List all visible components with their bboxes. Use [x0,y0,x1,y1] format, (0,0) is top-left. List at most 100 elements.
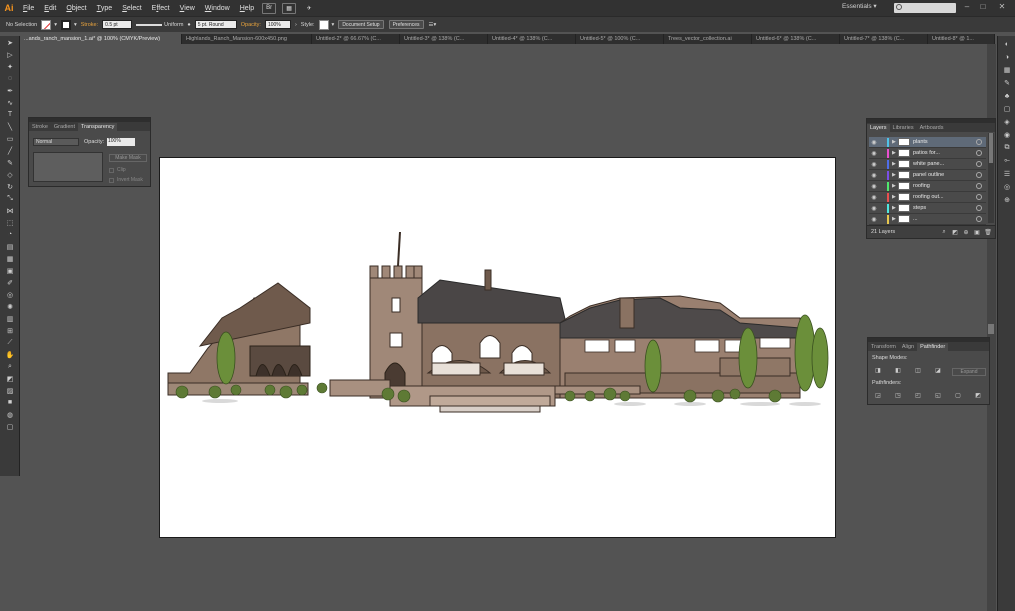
swatches-icon[interactable]: ▦ [1001,65,1013,75]
workspace-switcher[interactable]: Essentials ▾ [842,2,877,10]
document-tab[interactable]: Trees_vector_collection.ai [664,34,752,44]
target-circle-icon[interactable] [976,216,982,222]
visibility-eye-icon[interactable]: ◉ [869,159,879,169]
target-circle-icon[interactable] [976,194,982,200]
merge-icon[interactable]: ◰ [913,391,923,400]
gradient-tool-icon[interactable]: ▣ [3,265,17,276]
document-tab[interactable]: Untitled-2* @ 66.67% (C... [312,34,400,44]
perspective-grid-icon[interactable]: ▤ [3,241,17,252]
document-tab[interactable]: Untitled-6* @ 138% (C... [752,34,840,44]
layer-row[interactable]: ◉ ▶ roofing [869,181,986,192]
target-circle-icon[interactable] [976,205,982,211]
control-menu-icon[interactable]: ☰▾ [429,22,437,28]
shape-builder-icon[interactable]: ◔ [3,229,17,240]
layers-icon[interactable]: ◈ [1001,117,1013,127]
rotate-tool-icon[interactable]: ↻ [3,181,17,192]
expand-button[interactable]: Expand [952,368,986,376]
symbols-icon[interactable]: ♣ [1001,91,1013,101]
column-graph-icon[interactable]: ▥ [3,313,17,324]
minus-front-icon[interactable]: ◧ [893,366,903,375]
layer-row[interactable]: ◉ ▶ steps [869,203,986,214]
document-tab[interactable]: Untitled-3* @ 138% (C... [400,34,488,44]
tab-pathfinder[interactable]: Pathfinder [917,343,949,351]
free-transform-icon[interactable]: ⬚ [3,217,17,228]
layer-row[interactable]: ◉ ▶ white pane... [869,159,986,170]
search-input[interactable] [894,3,956,13]
trim-icon[interactable]: ◳ [893,391,903,400]
opacity-arrow-icon[interactable]: › [295,22,297,28]
layer-name[interactable]: patios for... [913,150,976,156]
opacity-field[interactable]: 100% [264,20,291,29]
menu-select[interactable]: Select [117,0,146,16]
tab-stroke[interactable]: Stroke [29,123,51,131]
visibility-eye-icon[interactable]: ◉ [869,214,879,224]
style-dropdown-icon[interactable]: ▾ [332,22,335,28]
target-circle-icon[interactable] [976,150,982,156]
default-colors-icon[interactable]: ◩ [3,373,17,384]
unite-icon[interactable]: ◨ [873,366,883,375]
visibility-eye-icon[interactable]: ◉ [869,181,879,191]
layers-scrollbar[interactable] [988,133,994,223]
libraries-icon[interactable]: ☰ [1001,169,1013,179]
document-tab[interactable]: Untitled-7* @ 138% (C... [840,34,928,44]
visibility-eye-icon[interactable]: ◉ [869,148,879,158]
tab-layers[interactable]: Layers [867,124,890,132]
lock-toggle[interactable] [879,192,887,202]
artboard[interactable] [159,157,836,538]
layer-row[interactable]: ◉ ▶ patios for... [869,148,986,159]
menu-effect[interactable]: Ef fect [147,0,175,16]
artboards-icon[interactable]: ⧉ [1001,143,1013,153]
pencil-icon[interactable]: ✎ [3,157,17,168]
scrollbar-thumb[interactable] [988,324,994,334]
lock-toggle[interactable] [879,181,887,191]
layer-row[interactable]: ◉ ▶... [869,214,986,225]
artboard-tool-icon[interactable]: ⊞ [3,325,17,336]
color-mode-icon[interactable]: ■ [3,397,17,408]
slice-tool-icon[interactable]: ⟋ [3,337,17,348]
menu-view[interactable]: View [175,0,200,16]
stroke-swatch[interactable] [60,19,71,30]
new-layer-icon[interactable]: ▣ [973,229,981,236]
menu-file[interactable]: File [18,0,39,16]
line-tool-icon[interactable]: ╲ [3,121,17,132]
locate-object-icon[interactable]: ⌕ [940,229,948,236]
document-tab[interactable]: Untitled-4* @ 138% (C... [488,34,576,44]
brushes-icon[interactable]: ✎ [1001,78,1013,88]
tab-artboards[interactable]: Artboards [917,124,947,132]
magic-wand-icon[interactable]: ✦ [3,61,17,72]
menu-type[interactable]: Type [92,0,118,16]
tab-transform[interactable]: Transform [868,343,899,351]
visibility-eye-icon[interactable]: ◉ [869,192,879,202]
tab-libraries[interactable]: Libraries [890,124,917,132]
width-tool-icon[interactable]: ⋈ [3,205,17,216]
color-guide-icon[interactable]: ◑ [1001,52,1013,62]
minus-back-icon[interactable]: ◩ [973,391,983,400]
clip-checkbox[interactable]: Clip [109,167,126,173]
tab-align[interactable]: Align [899,343,917,351]
mesh-tool-icon[interactable]: ▦ [3,253,17,264]
lock-toggle[interactable] [879,148,887,158]
layer-row[interactable]: ◉ ▶ roofing out... [869,192,986,203]
fill-dropdown-icon[interactable]: ▾ [54,22,57,28]
opacity-field[interactable]: 100% [107,138,135,146]
fill-stroke-icon[interactable]: ▨ [3,385,17,396]
navigator-icon[interactable]: ◎ [1001,182,1013,192]
layer-name[interactable]: white pane... [913,161,976,167]
visibility-eye-icon[interactable]: ◉ [869,137,879,147]
links-icon[interactable]: ⟜ [1001,156,1013,166]
close-icon[interactable]: ✕ [995,1,1009,13]
document-setup-button[interactable]: Document Setup [338,20,384,29]
invert-mask-checkbox[interactable]: Invert Mask [109,177,143,183]
gpu-performance-icon[interactable]: ✈ [302,3,316,14]
menu-object[interactable]: Object [61,0,91,16]
selection-tool-icon[interactable]: ➤ [3,37,17,48]
document-tab[interactable]: Untitled-8* @ 1... [928,34,995,44]
lock-toggle[interactable] [879,159,887,169]
graphic-style-swatch[interactable] [318,19,329,30]
opacity-label[interactable]: Opacity: [241,22,261,28]
layer-name[interactable]: steps [913,205,976,211]
curvature-tool-icon[interactable]: ∿ [3,97,17,108]
lock-toggle[interactable] [879,203,887,213]
stroke-dropdown-icon[interactable]: ▾ [74,22,77,28]
document-tab[interactable]: ...ands_ranch_mansion_1.ai* @ 100% (CMYK… [20,34,182,44]
